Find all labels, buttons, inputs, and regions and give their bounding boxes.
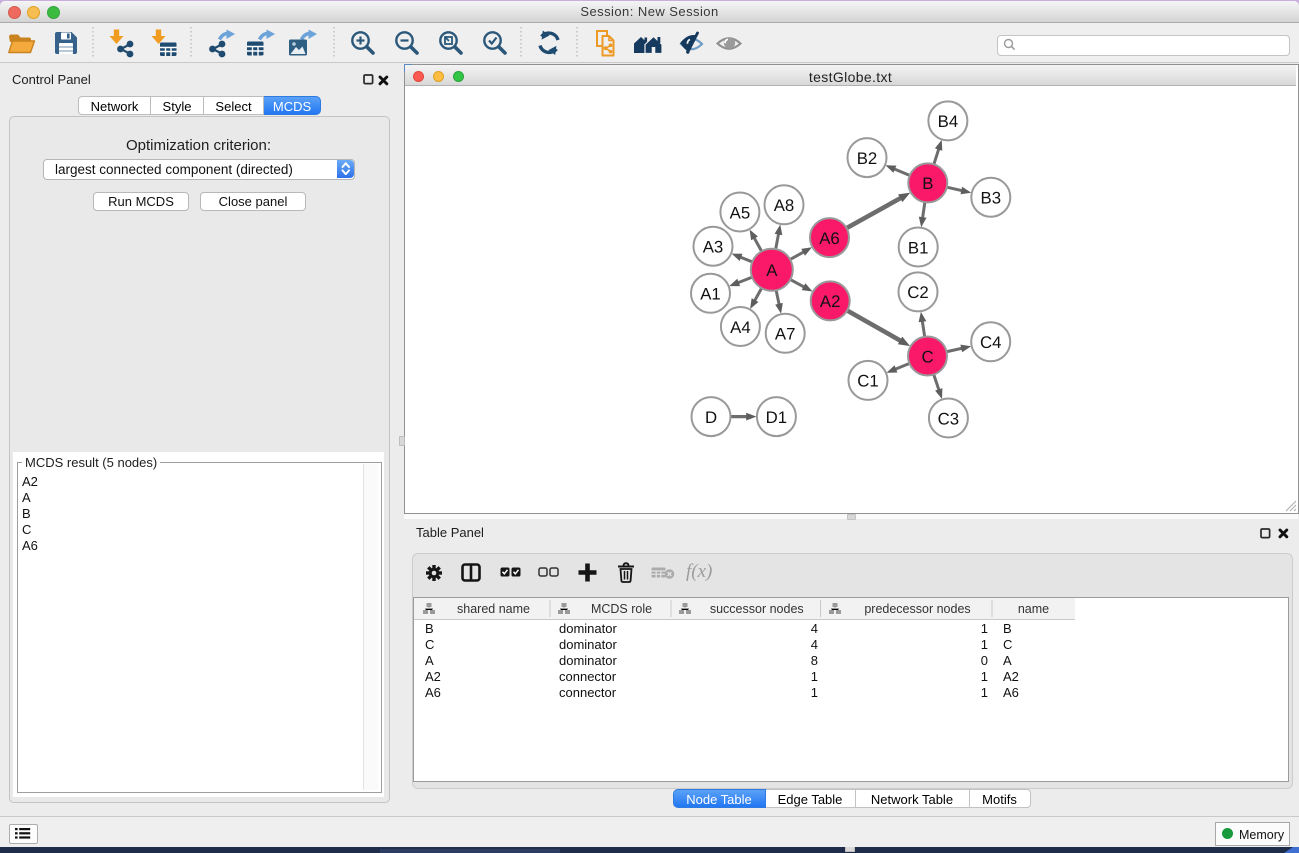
svg-text:B3: B3 bbox=[980, 189, 1001, 208]
svg-text:C: C bbox=[921, 347, 933, 366]
svg-text:C2: C2 bbox=[907, 283, 928, 302]
svg-text:B2: B2 bbox=[856, 149, 877, 168]
svg-text:A8: A8 bbox=[773, 196, 794, 215]
svg-text:A1: A1 bbox=[700, 285, 721, 304]
svg-text:B1: B1 bbox=[907, 238, 928, 257]
svg-text:A5: A5 bbox=[729, 203, 750, 222]
svg-text:A3: A3 bbox=[702, 238, 723, 257]
svg-text:A2: A2 bbox=[819, 292, 840, 311]
svg-text:A6: A6 bbox=[819, 229, 840, 248]
svg-text:A4: A4 bbox=[730, 318, 751, 337]
svg-text:A: A bbox=[766, 261, 778, 280]
svg-text:B: B bbox=[922, 174, 933, 193]
svg-text:C4: C4 bbox=[979, 333, 1000, 352]
svg-text:C3: C3 bbox=[937, 409, 958, 428]
svg-text:D1: D1 bbox=[765, 408, 786, 427]
svg-text:A7: A7 bbox=[774, 325, 795, 344]
svg-text:D: D bbox=[704, 408, 716, 427]
svg-text:B4: B4 bbox=[937, 112, 958, 131]
svg-text:C1: C1 bbox=[857, 372, 878, 391]
